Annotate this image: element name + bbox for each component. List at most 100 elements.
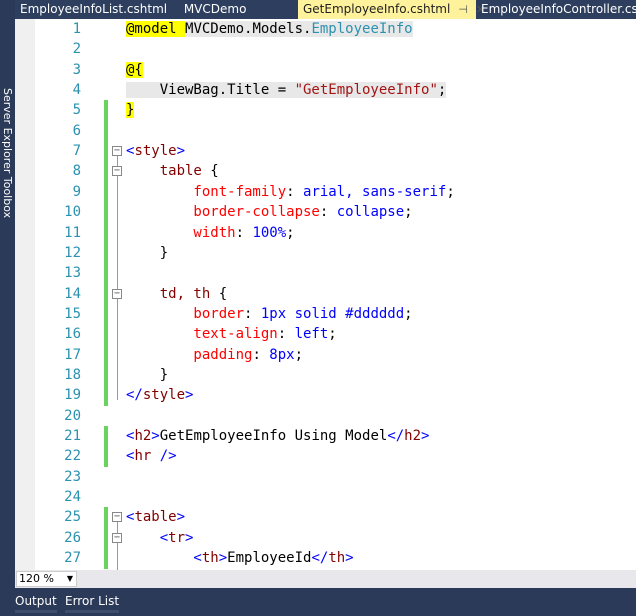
token: </	[387, 428, 405, 444]
change-indicator	[104, 527, 108, 549]
tab-output[interactable]: Output	[15, 594, 57, 613]
document-tabs: EmployeeInfoList.cshtml MVCDemo GetEmploye…	[15, 0, 636, 19]
code-line: 3 @{	[15, 60, 636, 80]
bottom-panel: Output Error List	[0, 588, 636, 616]
token: td, th	[126, 285, 219, 302]
code-line: 22 <hr />	[15, 446, 636, 468]
code-line: 15 border: 1px solid #dddddd;	[15, 303, 636, 325]
code-editor[interactable]: 1 @model MVCDemo.Models.EmployeeInfo 2 3 @{4…	[15, 19, 636, 570]
code-line: 4 ViewBag.Title = "GetEmployeeInfo";	[15, 80, 636, 100]
token: :	[252, 346, 270, 363]
tab-getemployeeinfo-cshtml[interactable]: GetEmployeeInfo.cshtml ⊣ ✕	[298, 0, 485, 19]
code-text: ViewBag.Title = "GetEmployeeInfo";	[126, 80, 447, 100]
token: 100%	[252, 224, 287, 241]
code-line: 20	[15, 406, 636, 426]
token: ;	[294, 346, 304, 363]
line-number: 20	[64, 407, 81, 424]
collapse-icon[interactable]: −	[112, 146, 122, 157]
line-number: 18	[64, 366, 81, 383]
collapse-icon[interactable]: −	[112, 166, 122, 177]
collapse-icon[interactable]: −	[112, 288, 122, 299]
code-text: <th>EmployeeId</th>	[126, 548, 353, 568]
code-text: @model MVCDemo.Models.EmployeeInfo	[126, 19, 413, 39]
code-text: }	[126, 243, 168, 263]
code-text: table {	[126, 161, 219, 181]
line-number: 21	[64, 428, 81, 444]
token: arial, sans-serif	[303, 183, 447, 200]
code-text: td, th {	[126, 284, 227, 304]
token: />	[151, 448, 177, 465]
token: {	[210, 163, 219, 180]
collapse-icon[interactable]: −	[112, 532, 122, 543]
token: GetEmployeeInfo Using Model	[159, 428, 388, 444]
line-number: 1	[72, 21, 81, 37]
code-line: 6	[15, 120, 636, 142]
change-indicator	[104, 202, 108, 224]
line-number: 3	[72, 61, 81, 78]
token: :	[277, 326, 295, 343]
change-indicator	[104, 161, 108, 183]
token: text-align	[126, 326, 278, 343]
code-line: 27 <th>EmployeeId</th>	[15, 548, 636, 570]
line-number: 4	[72, 82, 81, 99]
token: left	[294, 326, 329, 343]
token: font-family	[126, 183, 287, 200]
token: width	[126, 224, 236, 241]
token: >	[151, 428, 160, 444]
token: ;	[446, 183, 455, 200]
change-indicator	[104, 507, 108, 529]
tab-employeeinfocontroller-cs[interactable]: EmployeeInfoController.cs	[476, 0, 636, 19]
token: EmployeeInfo	[311, 21, 413, 37]
token: :	[235, 224, 253, 241]
token: >	[185, 529, 194, 546]
code-line: 1 @model MVCDemo.Models.EmployeeInfo	[15, 19, 636, 39]
zoom-dropdown[interactable]: 120 % ▼	[16, 571, 77, 587]
change-indicator	[104, 364, 108, 386]
line-number: 17	[64, 346, 81, 363]
editor-status-bar: 120 % ▼	[15, 570, 636, 588]
tab-error-list[interactable]: Error List	[65, 594, 120, 613]
token: ;	[404, 305, 413, 322]
code-text: }	[126, 365, 168, 385]
token: table	[126, 163, 211, 180]
token: >	[421, 428, 430, 444]
code-line: 10 border-collapse: collapse;	[15, 202, 636, 224]
line-number: 2	[72, 41, 81, 58]
line-number: 27	[64, 550, 81, 567]
token: EmployeeId	[227, 550, 312, 567]
code-line: 2	[15, 39, 636, 59]
pin-icon[interactable]: ⊣	[458, 3, 468, 16]
tab-label: EmployeeInfoController.cs	[481, 2, 636, 16]
token: style	[134, 143, 177, 160]
collapse-icon[interactable]: −	[112, 512, 122, 523]
code-text: width: 100%;	[126, 223, 294, 243]
change-indicator	[104, 181, 108, 203]
code-text: @{	[126, 60, 143, 80]
change-indicator	[104, 385, 108, 407]
code-line: 8 − table {	[15, 161, 636, 183]
change-indicator	[104, 242, 108, 264]
line-number: 24	[64, 489, 81, 506]
tab-employeeinfolist-cshtml[interactable]: EmployeeInfoList.cshtml	[15, 0, 179, 19]
token: border	[126, 305, 245, 322]
token: padding	[126, 346, 253, 363]
code-line: 24	[15, 487, 636, 507]
token: >	[218, 550, 228, 567]
zoom-value: 120 %	[19, 572, 54, 585]
code-line: 7 − <style>	[15, 141, 636, 163]
code-line: 23	[15, 467, 636, 487]
token: </	[311, 550, 329, 567]
server-explorer-toolbox-tabs[interactable]: Server Explorer Toolbox	[1, 88, 14, 218]
tab-mvcdemo[interactable]: MVCDemo	[179, 0, 298, 19]
code-line: 17 padding: 8px;	[15, 344, 636, 366]
token: @{	[126, 61, 143, 78]
change-indicator	[104, 324, 108, 346]
token: }	[126, 244, 169, 261]
code-line: 25 − <table>	[15, 507, 636, 529]
line-number: 11	[64, 224, 81, 241]
token: :	[244, 305, 261, 322]
change-indicator	[104, 222, 108, 244]
code-text: <hr />	[126, 446, 177, 466]
token: border-collapse	[126, 204, 320, 221]
code-line: 19 </style>	[15, 385, 636, 407]
